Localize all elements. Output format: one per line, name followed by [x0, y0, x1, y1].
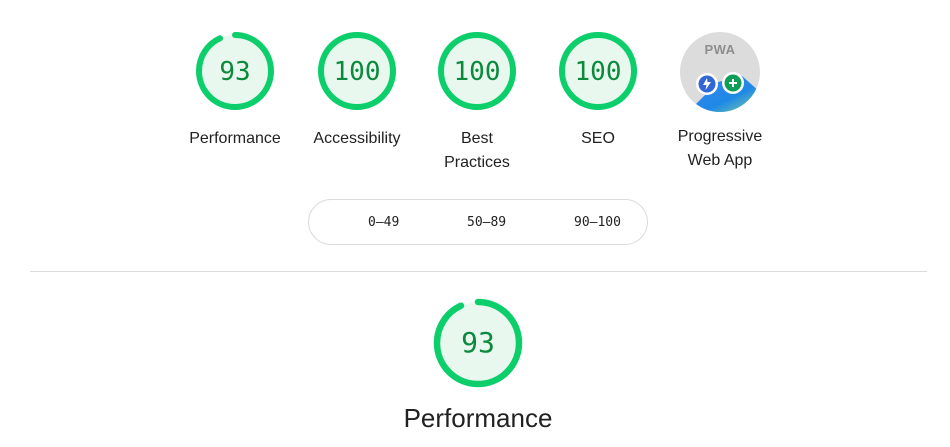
gauge-label: Accessibility — [313, 130, 401, 147]
gauge-score: 100 — [333, 57, 381, 87]
category-gauges: 93 Performance 100 Accessibility 100 Bes… — [0, 30, 950, 180]
section-title: Performance — [403, 403, 553, 433]
gauge-score: 93 — [219, 57, 251, 87]
score-scale-legend: 0–49 50–89 90–100 — [308, 199, 648, 245]
gauge-score: 100 — [453, 57, 501, 87]
gauge-label: Progressive Web App — [677, 128, 763, 169]
gauge-score: 93 — [461, 326, 495, 359]
gauge-accessibility[interactable]: 100 Accessibility — [302, 30, 412, 151]
gauge-score: 100 — [574, 57, 622, 87]
performance-gauge-large: 93 — [430, 295, 526, 391]
pwa-badge-text: PWA — [704, 42, 736, 57]
gauge-seo[interactable]: 100 SEO — [543, 30, 653, 151]
legend-range-average: 50–89 — [467, 215, 507, 230]
section-divider — [30, 271, 927, 272]
legend-range-pass: 90–100 — [574, 215, 621, 230]
pwa-badge: PWA — [680, 32, 760, 112]
legend-range-fail: 0–49 — [368, 215, 400, 230]
gauge-best-practices[interactable]: 100 Best Practices — [422, 30, 532, 175]
gauge-label: SEO — [581, 130, 615, 147]
gauge-label: Best Practices — [444, 130, 510, 171]
gauge-pwa[interactable]: PWA Progressive Web App — [665, 30, 775, 173]
gauge-performance[interactable]: 93 Performance — [180, 30, 290, 151]
gauge-label: Performance — [189, 130, 281, 147]
